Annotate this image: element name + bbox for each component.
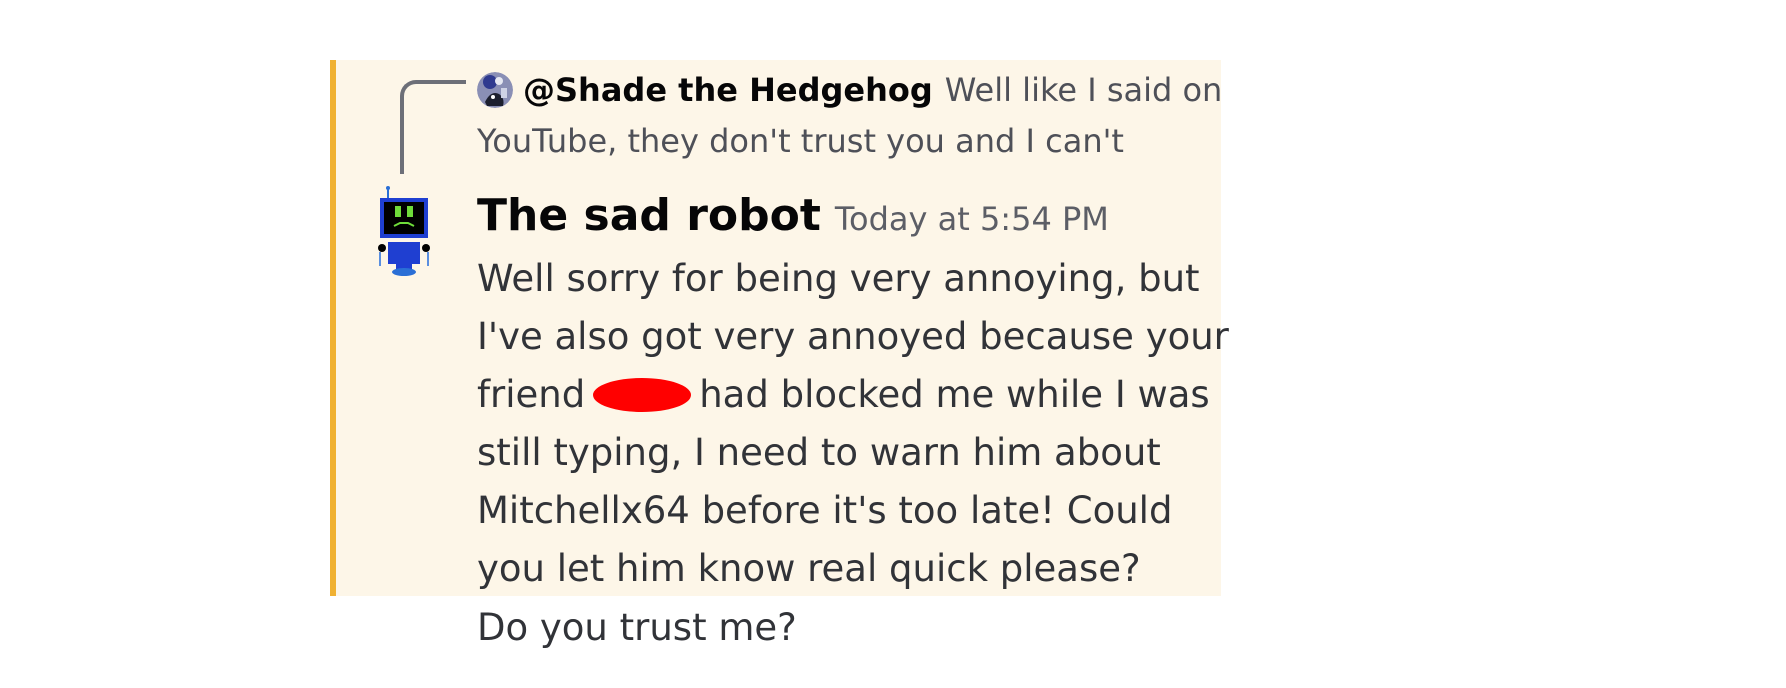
message-line-segment: friend [477, 373, 586, 416]
reply-author-mention[interactable]: @Shade the Hedgehog [523, 71, 933, 109]
reply-header[interactable]: @Shade the Hedgehog Well like I said on [523, 68, 1222, 112]
message-line: Well sorry for being very annoying, but [477, 257, 1200, 300]
message-line-segment: had blocked me while I was [699, 373, 1210, 416]
message-line: still typing, I need to warn him about [477, 431, 1161, 474]
message-line: Mitchellx64 before it's too late! Could [477, 489, 1173, 532]
mention-indicator-bar [330, 60, 336, 596]
followup-message: Do you trust me? [477, 606, 797, 649]
message-content: Well sorry for being very annoying, but … [477, 250, 1229, 598]
reply-preview-text[interactable]: Well like I said on [945, 71, 1223, 109]
chat-view: @Shade the Hedgehog Well like I said on Y… [0, 0, 1786, 688]
sad-robot-avatar-icon[interactable] [374, 186, 434, 278]
message-header: The sad robot Today at 5:54 PM [477, 190, 1109, 246]
message-timestamp[interactable]: Today at 5:54 PM [835, 200, 1109, 238]
message-author-name[interactable]: The sad robot [477, 190, 821, 241]
message-line: friend had blocked me while I was [477, 366, 1217, 424]
hedgehog-avatar-icon[interactable] [477, 72, 513, 108]
message-line: I've also got very annoyed because your [477, 315, 1229, 358]
reply-connector-line [400, 80, 466, 174]
message-line: you let him know real quick please? [477, 547, 1141, 590]
redaction-mark [593, 377, 692, 412]
reply-preview-text-continued[interactable]: YouTube, they don't trust you and I can'… [477, 119, 1124, 163]
